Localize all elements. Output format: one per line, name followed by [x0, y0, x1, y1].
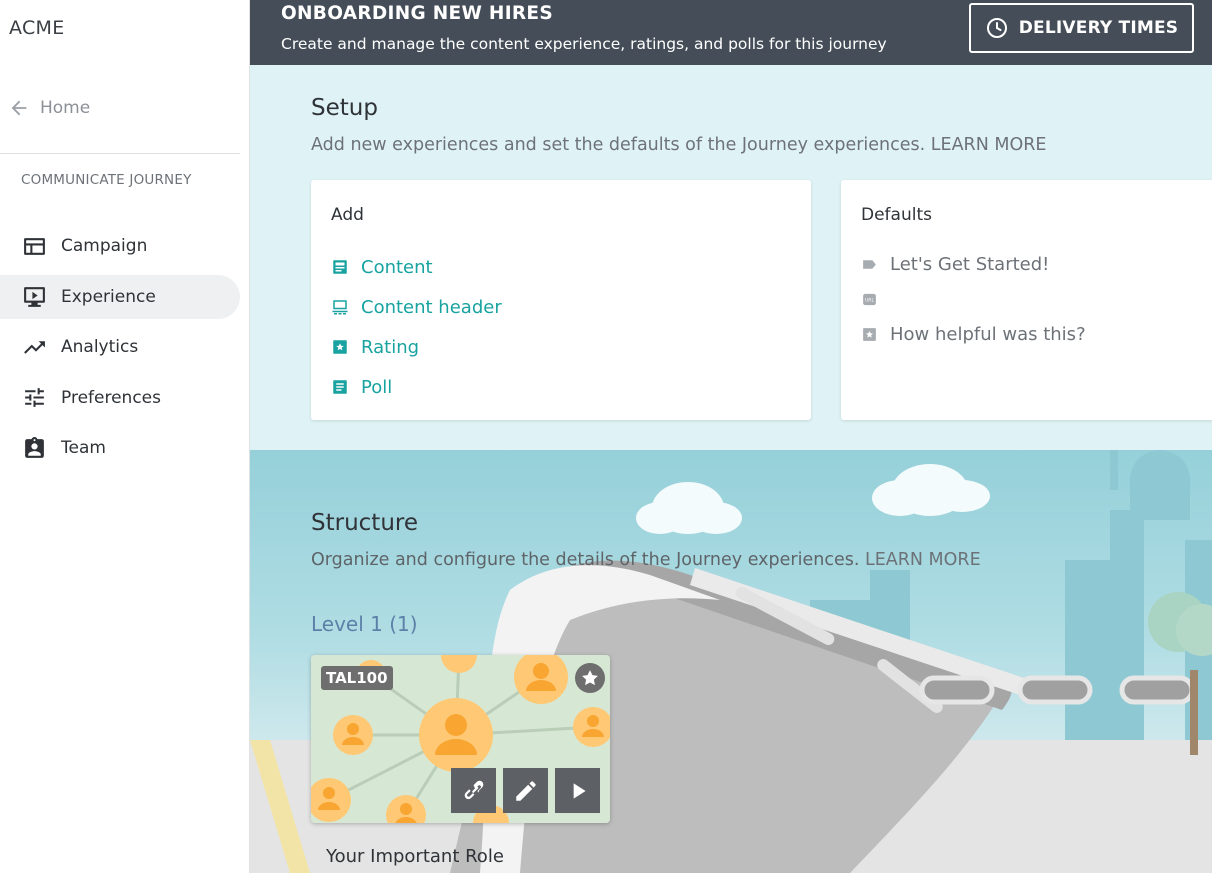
- page-header: ONBOARDING NEW HIRES Create and manage t…: [250, 0, 1212, 65]
- analytics-icon: [24, 340, 45, 354]
- sidebar-item-experience[interactable]: Experience: [0, 274, 240, 319]
- page-title: ONBOARDING NEW HIRES: [281, 3, 553, 24]
- sidebar-item-label: Experience: [61, 286, 156, 307]
- add-card-title: Add: [331, 205, 364, 225]
- pencil-icon: [515, 780, 536, 801]
- cloud-icon: [636, 464, 990, 534]
- add-rating-link[interactable]: Rating: [331, 327, 502, 367]
- sidebar-item-label: Team: [61, 438, 106, 458]
- setup-learn-more-link[interactable]: LEARN MORE: [931, 135, 1047, 155]
- team-icon: [25, 436, 44, 458]
- add-item-label: Poll: [361, 376, 393, 398]
- clock-icon: [986, 18, 1007, 38]
- setup-title: Setup: [311, 95, 378, 121]
- structure-learn-more-link[interactable]: LEARN MORE: [865, 550, 981, 570]
- sidebar-divider: [0, 153, 240, 154]
- rating-icon: [863, 328, 876, 341]
- link-button[interactable]: [451, 768, 496, 813]
- structure-section: Structure Organize and configure the det…: [250, 450, 1212, 873]
- sidebar: ACME Home COMMUNICATE JOURNEY Campaign E…: [0, 0, 250, 873]
- sidebar-item-label: Analytics: [61, 337, 139, 357]
- level-heading[interactable]: Level 1 (1): [311, 612, 418, 636]
- content-header-icon: [332, 300, 348, 315]
- setup-description: Add new experiences and set the defaults…: [311, 135, 1046, 155]
- sidebar-item-label: Preferences: [61, 387, 161, 408]
- home-link[interactable]: Home: [8, 97, 90, 119]
- edit-button[interactable]: [503, 768, 548, 813]
- add-item-label: Content header: [361, 296, 502, 318]
- add-item-label: Rating: [361, 336, 420, 358]
- delivery-times-button[interactable]: DELIVERY TIMES: [969, 3, 1194, 53]
- add-card: Add Content Content header Rating Poll: [311, 180, 811, 420]
- experience-code-badge: TAL100: [321, 666, 393, 690]
- rating-icon: [333, 340, 347, 354]
- sidebar-item-analytics[interactable]: Analytics: [0, 325, 240, 369]
- structure-title: Structure: [311, 510, 418, 536]
- defaults-card: Defaults Let's Get Started! URL How help…: [841, 180, 1212, 420]
- add-item-label: Content: [361, 256, 433, 278]
- default-item[interactable]: Let's Get Started!: [861, 247, 1086, 282]
- structure-description: Organize and configure the details of th…: [311, 550, 981, 570]
- default-item[interactable]: URL: [861, 282, 1086, 317]
- add-content-link[interactable]: Content: [331, 247, 502, 287]
- preview-button[interactable]: [555, 768, 600, 813]
- label-icon: [863, 260, 876, 269]
- page-subtitle: Create and manage the content experience…: [281, 35, 887, 53]
- campaign-icon: [24, 237, 45, 255]
- experience-card[interactable]: TAL100: [311, 655, 610, 823]
- arrow-left-icon: [11, 100, 27, 116]
- structure-description-text: Organize and configure the details of th…: [311, 550, 860, 570]
- experience-name: Your Important Role: [326, 846, 504, 867]
- content-icon: [333, 260, 347, 274]
- url-icon: URL: [863, 293, 876, 306]
- add-list: Content Content header Rating Poll: [331, 247, 502, 407]
- link-icon: [464, 780, 483, 799]
- defaults-card-title: Defaults: [861, 205, 932, 225]
- experience-icon: [24, 287, 45, 307]
- default-item[interactable]: How helpful was this?: [861, 317, 1086, 352]
- star-icon: [582, 670, 598, 686]
- svg-text:URL: URL: [865, 298, 875, 304]
- sidebar-item-preferences[interactable]: Preferences: [0, 376, 240, 420]
- setup-description-text: Add new experiences and set the defaults…: [311, 135, 926, 155]
- poll-icon: [333, 380, 347, 394]
- road-markers: [919, 675, 1195, 705]
- sidebar-nav: Campaign Experience Analytics Preference…: [0, 224, 240, 477]
- default-item-label: Let's Get Started!: [890, 254, 1050, 275]
- defaults-list: Let's Get Started! URL How helpful was t…: [861, 247, 1086, 352]
- add-poll-link[interactable]: Poll: [331, 367, 502, 407]
- preferences-icon: [25, 388, 44, 407]
- add-content-header-link[interactable]: Content header: [331, 287, 502, 327]
- sidebar-item-team[interactable]: Team: [0, 426, 240, 470]
- home-label: Home: [40, 98, 91, 118]
- favorite-button[interactable]: [575, 663, 605, 693]
- sidebar-item-label: Campaign: [61, 236, 148, 256]
- setup-section: Setup Add new experiences and set the de…: [250, 65, 1212, 450]
- default-item-label: How helpful was this?: [890, 324, 1086, 345]
- section-label: COMMUNICATE JOURNEY: [21, 172, 192, 188]
- brand-logo: ACME: [9, 17, 65, 39]
- sidebar-item-campaign[interactable]: Campaign: [0, 224, 240, 268]
- play-icon: [573, 782, 586, 799]
- delivery-times-label: DELIVERY TIMES: [1018, 18, 1179, 38]
- experience-actions: [451, 768, 600, 813]
